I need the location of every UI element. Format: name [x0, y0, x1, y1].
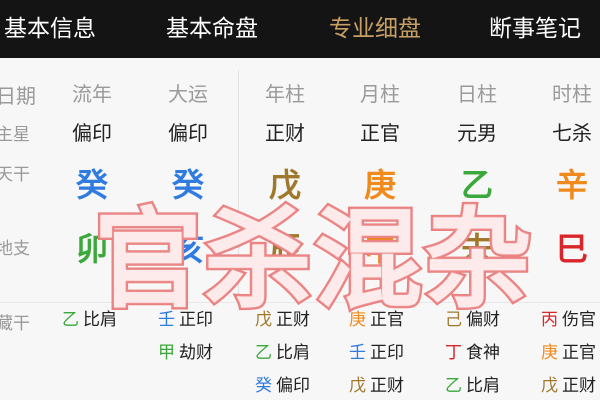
day-pillar-main-star: 元男: [457, 121, 497, 145]
hour-pillar-tian-gan: 辛: [555, 166, 588, 204]
da-yun-hidden-stem: 甲劫财: [158, 338, 213, 363]
liu-nian-tian-gan: 癸: [75, 166, 108, 204]
hidden-stem-char: 己: [445, 310, 462, 330]
month-pillar-hidden-stem: 壬正印: [349, 338, 404, 363]
liu-nian-di-zhi: 卯: [75, 230, 108, 268]
year-pillar-di-zhi: 辰: [268, 230, 301, 268]
hidden-stem-role: 正财: [370, 376, 404, 396]
hour-pillar-hidden-stem: 庚正官: [541, 338, 596, 363]
hidden-stem-char: 乙: [255, 343, 272, 363]
row-label-tian-gan: 天干: [0, 165, 30, 185]
hidden-stem-role: 比肩: [83, 310, 117, 330]
hidden-stem-char: 癸: [255, 376, 272, 396]
month-pillar-hidden-stem: 戊正财: [349, 371, 404, 396]
hour-pillar-header: 时柱: [552, 82, 592, 106]
hidden-stem-char: 庚: [541, 343, 558, 363]
year-pillar-hidden-stem: 乙比肩: [255, 338, 310, 363]
day-pillar-hidden-stem: 己偏财: [445, 305, 500, 330]
hour-pillar-main-star: 七杀: [552, 121, 592, 145]
hour-pillar-hidden-stem: 丙伤官: [541, 305, 596, 330]
day-pillar-hidden-stem: 丁食神: [445, 338, 500, 363]
day-pillar-header: 日柱: [457, 82, 497, 106]
da-yun-tian-gan: 癸: [171, 166, 204, 204]
hidden-stem-role: 正印: [179, 310, 213, 330]
hidden-stem-char: 戊: [349, 376, 366, 396]
liu-nian-main-star: 偏印: [72, 121, 112, 145]
hidden-stem-char: 甲: [158, 343, 175, 363]
da-yun-hidden-stem: 壬正印: [158, 305, 213, 330]
da-yun-header: 大运: [168, 82, 208, 106]
tab-professional-chart[interactable]: 专业细盘: [329, 12, 421, 46]
da-yun-di-zhi: 亥: [171, 230, 204, 268]
row-label-date: 日期: [0, 84, 36, 108]
liu-nian-hidden-stem: 乙比肩: [62, 305, 117, 330]
hidden-stem-role: 正官: [562, 343, 596, 363]
hidden-stem-role: 劫财: [179, 343, 213, 363]
row-label-cang-gan: 藏干: [0, 314, 30, 334]
da-yun-main-star: 偏印: [168, 121, 208, 145]
hidden-stem-char: 庚: [349, 310, 366, 330]
tab-basic-chart[interactable]: 基本命盘: [166, 12, 258, 46]
hidden-stem-role: 正财: [562, 376, 596, 396]
hidden-stem-char: 壬: [349, 343, 366, 363]
hidden-stem-char: 戊: [255, 310, 272, 330]
month-pillar-main-star: 正官: [360, 121, 400, 145]
row-divider: [0, 302, 600, 303]
month-pillar-hidden-stem: 庚正官: [349, 305, 404, 330]
hidden-stem-role: 比肩: [276, 343, 310, 363]
hidden-stem-role: 偏印: [276, 376, 310, 396]
liu-nian-header: 流年: [72, 82, 112, 106]
hour-pillar-di-zhi: 巳: [555, 230, 588, 268]
hidden-stem-char: 丙: [541, 310, 558, 330]
hidden-stem-role: 伤官: [562, 310, 596, 330]
tab-basic-info[interactable]: 基本信息: [4, 12, 96, 46]
hidden-stem-role: 正财: [276, 310, 310, 330]
hidden-stem-char: 戊: [541, 376, 558, 396]
column-divider: [238, 70, 239, 300]
row-label-main-star: 主星: [0, 125, 30, 145]
hidden-stem-char: 乙: [62, 310, 79, 330]
year-pillar-tian-gan: 戊: [268, 166, 301, 204]
tab-notes[interactable]: 断事笔记: [489, 12, 581, 46]
hidden-stem-char: 丁: [445, 343, 462, 363]
hidden-stem-role: 比肩: [466, 376, 500, 396]
month-pillar-di-zhi: 申: [363, 230, 396, 268]
hour-pillar-hidden-stem: 戊正财: [541, 371, 596, 396]
day-pillar-tian-gan: 乙: [460, 166, 493, 204]
day-pillar-hidden-stem: 乙比肩: [445, 371, 500, 396]
row-label-di-zhi: 地支: [0, 239, 30, 259]
year-pillar-main-star: 正财: [265, 121, 305, 145]
hidden-stem-role: 偏财: [466, 310, 500, 330]
hidden-stem-char: 壬: [158, 310, 175, 330]
year-pillar-hidden-stem: 戊正财: [255, 305, 310, 330]
hidden-stem-role: 食神: [466, 343, 500, 363]
year-pillar-header: 年柱: [265, 82, 305, 106]
top-nav-bar: 基本信息 基本命盘 专业细盘 断事笔记: [0, 0, 600, 58]
month-pillar-header: 月柱: [360, 82, 400, 106]
hidden-stem-role: 正官: [370, 310, 404, 330]
day-pillar-di-zhi: 未: [460, 230, 493, 268]
month-pillar-tian-gan: 庚: [363, 166, 396, 204]
hidden-stem-role: 正印: [370, 343, 404, 363]
year-pillar-hidden-stem: 癸偏印: [255, 371, 310, 396]
hidden-stem-char: 乙: [445, 376, 462, 396]
